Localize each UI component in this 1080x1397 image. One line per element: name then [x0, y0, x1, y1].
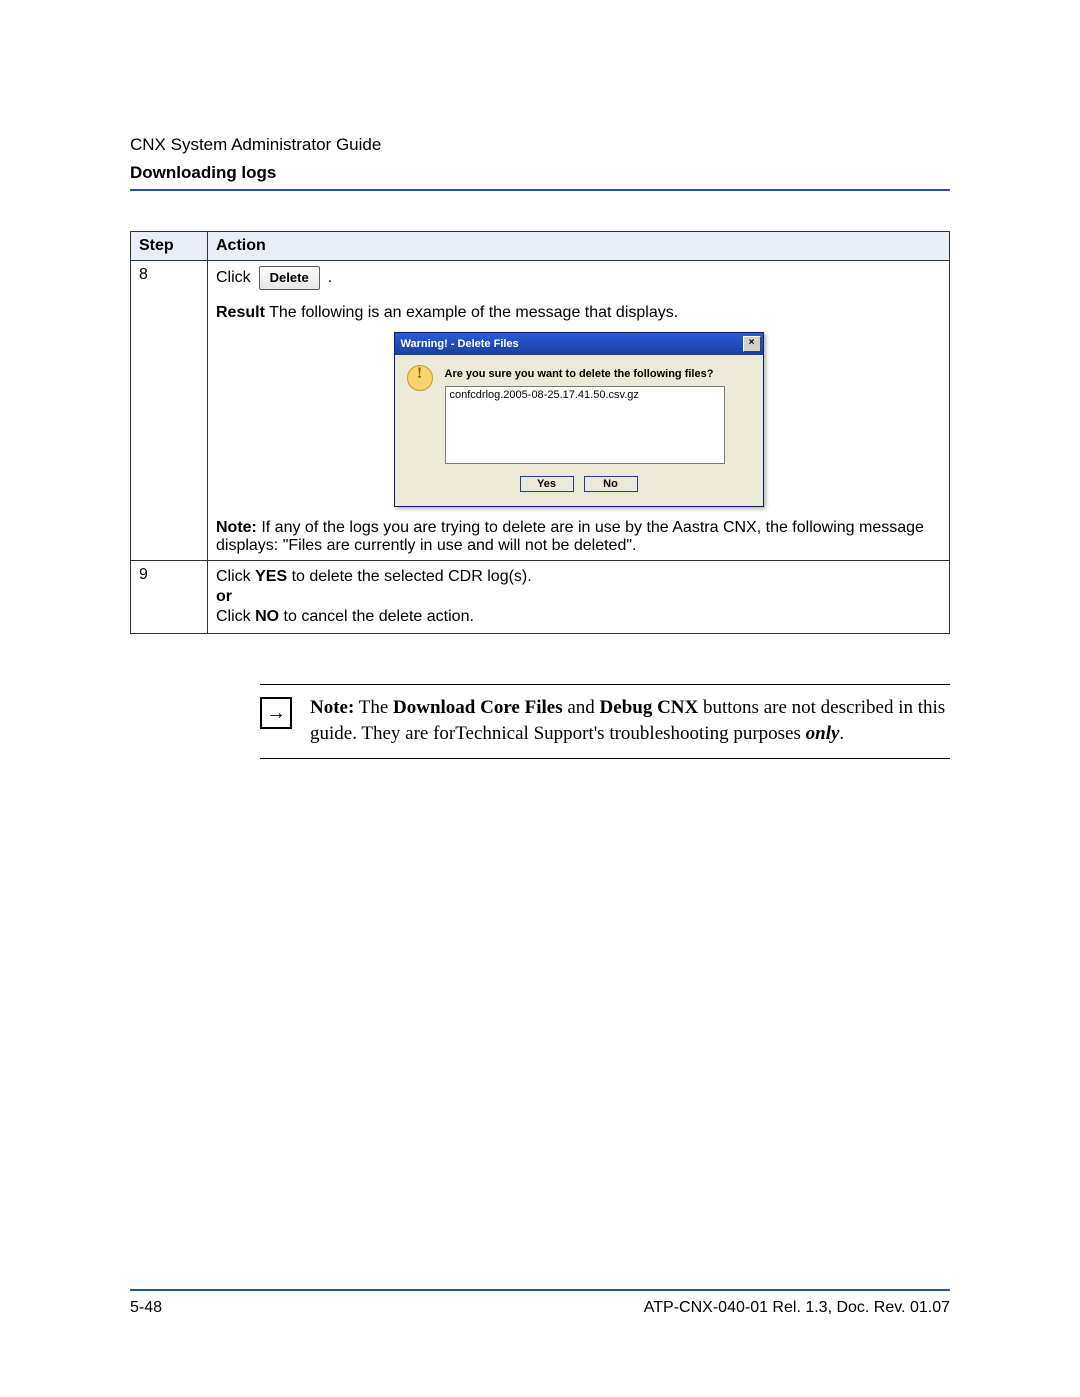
step9-line2-bold: NO	[255, 608, 279, 625]
note-t1: The	[354, 697, 393, 718]
table-header-action: Action	[208, 232, 950, 261]
table-row: 9 Click YES to delete the selected CDR l…	[131, 561, 950, 634]
note-t2: and	[563, 697, 600, 718]
no-button[interactable]: No	[584, 476, 638, 492]
doc-id: ATP-CNX-040-01 Rel. 1.3, Doc. Rev. 01.07	[644, 1299, 950, 1317]
close-icon[interactable]: ×	[743, 336, 761, 352]
yes-button[interactable]: Yes	[520, 476, 574, 492]
guide-title: CNX System Administrator Guide	[130, 135, 950, 155]
click-label: Click	[216, 269, 251, 287]
step9-line2-post: to cancel the delete action.	[279, 608, 474, 625]
note-b1: Download Core Files	[393, 697, 563, 718]
warning-icon	[407, 365, 433, 391]
steps-table: Step Action 8 Click Delete . Result The …	[130, 231, 950, 634]
footer-rule	[130, 1289, 950, 1291]
step9-line2-pre: Click	[216, 608, 255, 625]
step9-line1-pre: Click	[216, 568, 255, 585]
step9-line1-post: to delete the selected CDR log(s).	[287, 568, 532, 585]
step8-note-label: Note:	[216, 519, 257, 536]
dialog-file-list: confcdrlog.2005-08-25.17.41.50.csv.gz	[445, 386, 725, 464]
arrow-right-icon: →	[260, 697, 292, 729]
section-title: Downloading logs	[130, 163, 950, 183]
step-action: Click YES to delete the selected CDR log…	[208, 561, 950, 634]
note-em: only	[806, 723, 840, 744]
step-action: Click Delete . Result The following is a…	[208, 261, 950, 561]
note-b2: Debug CNX	[600, 697, 699, 718]
table-header-step: Step	[131, 232, 208, 261]
step8-note-text: If any of the logs you are trying to del…	[216, 519, 924, 554]
header-rule	[130, 189, 950, 191]
dialog-question: Are you sure you want to delete the foll…	[445, 368, 751, 380]
warning-dialog: Warning! - Delete Files × Are you sure y…	[394, 332, 764, 507]
step9-or: or	[216, 588, 232, 605]
note-t4: .	[839, 723, 844, 744]
page-number: 5-48	[130, 1299, 162, 1317]
delete-button[interactable]: Delete	[259, 266, 320, 290]
step-number: 8	[131, 261, 208, 561]
result-text: The following is an example of the messa…	[265, 304, 678, 321]
note-label: Note:	[310, 697, 354, 718]
page-footer: 5-48 ATP-CNX-040-01 Rel. 1.3, Doc. Rev. …	[130, 1289, 950, 1317]
dialog-title: Warning! - Delete Files	[401, 338, 519, 350]
step9-line1-bold: YES	[255, 568, 287, 585]
trailing-period: .	[328, 269, 332, 287]
result-label: Result	[216, 304, 265, 321]
step-number: 9	[131, 561, 208, 634]
table-row: 8 Click Delete . Result The following is…	[131, 261, 950, 561]
note-block: → Note: The Download Core Files and Debu…	[260, 684, 950, 759]
dialog-titlebar: Warning! - Delete Files ×	[395, 333, 763, 355]
